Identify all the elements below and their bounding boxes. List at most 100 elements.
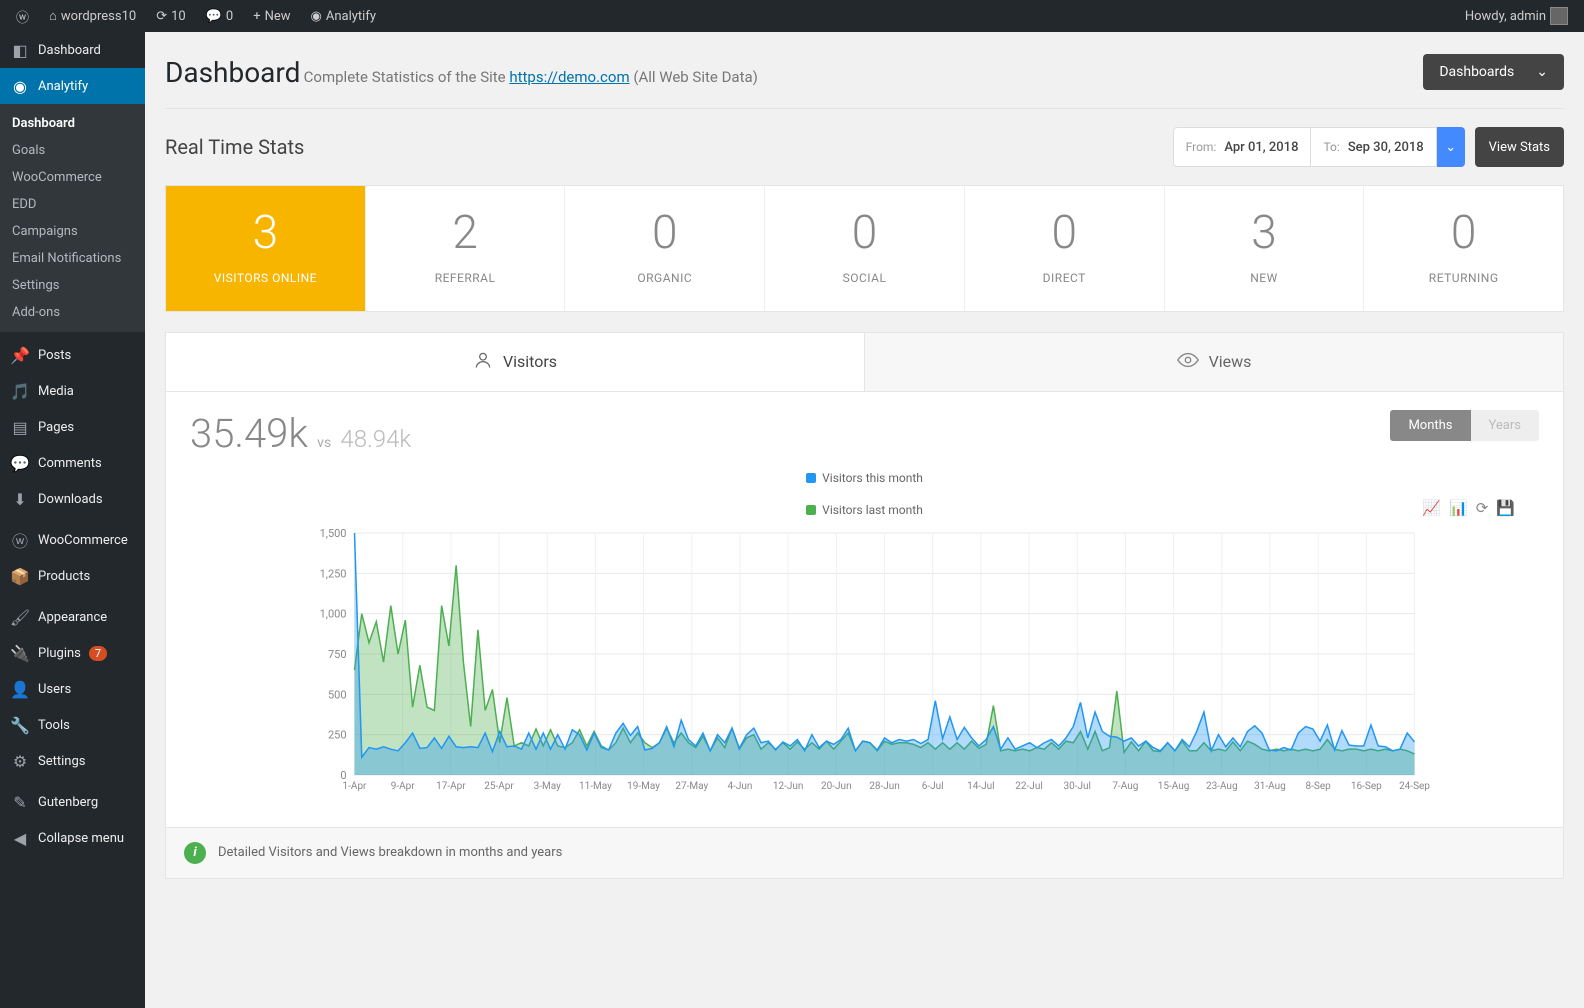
from-value: Apr 01, 2018 [1224,140,1298,155]
legend-last-month: Visitors last month [806,503,923,517]
comment-icon: 💬 [10,453,30,473]
stat-card-new[interactable]: 3NEW [1165,186,1365,311]
sidebar-item-gutenberg[interactable]: ✎Gutenberg [0,784,145,820]
sidebar-item-analytify[interactable]: ◉Analytify [0,68,145,104]
stat-card-direct[interactable]: 0DIRECT [965,186,1165,311]
sidebar-item-posts[interactable]: 📌Posts [0,337,145,373]
view-stats-button[interactable]: View Stats [1475,127,1564,167]
svg-text:31-Aug: 31-Aug [1254,781,1286,792]
sidebar-item-woocommerce[interactable]: ⓦWooCommerce [0,522,145,558]
stat-label: VISITORS ONLINE [166,271,365,285]
sidebar-item-products[interactable]: 📦Products [0,558,145,594]
svg-text:7-Aug: 7-Aug [1112,781,1138,792]
sidebar-sub-dashboard[interactable]: Dashboard [0,110,145,137]
sidebar-item-label: Tools [38,718,70,733]
date-dropdown-toggle[interactable]: ⌄ [1437,127,1465,167]
badge: 7 [89,646,107,661]
toggle-months[interactable]: Months [1390,410,1470,441]
site-name: wordpress10 [61,9,136,24]
sidebar-item-tools[interactable]: 🔧Tools [0,707,145,743]
stat-label: RETURNING [1364,271,1563,285]
line-chart-icon[interactable]: 📈 [1422,499,1441,517]
dashboards-dropdown[interactable]: Dashboards ⌄ [1423,54,1564,90]
account-link[interactable]: Howdy, admin [1457,7,1576,25]
pin-icon: 📌 [10,345,30,365]
legend-this-month: Visitors this month [806,471,923,485]
footer-text: Detailed Visitors and Views breakdown in… [218,845,562,860]
chart-icon: ◉ [311,9,322,24]
chevron-down-icon: ⌄ [1445,140,1456,155]
sidebar-item-users[interactable]: 👤Users [0,671,145,707]
save-icon[interactable]: 💾 [1496,499,1515,517]
site-url-link[interactable]: https://demo.com [509,68,629,86]
update-count: 10 [171,9,186,24]
sidebar-item-label: Analytify [38,79,88,94]
svg-text:9-Apr: 9-Apr [391,781,416,792]
download-icon: ⬇ [10,489,30,509]
sidebar-sub-woocommerce[interactable]: WooCommerce [0,164,145,191]
from-date-picker[interactable]: From: Apr 01, 2018 [1173,127,1312,167]
svg-text:14-Jul: 14-Jul [967,781,994,792]
stat-card-visitors-online[interactable]: 3 VISITORS ONLINE [166,186,366,311]
sidebar-sub-email-notifications[interactable]: Email Notifications [0,245,145,272]
subtitle-post: (All Web Site Data) [630,68,758,86]
site-name-link[interactable]: ⌂ wordpress10 [41,8,144,24]
admin-sidebar: ◧Dashboard◉Analytify DashboardGoalsWooCom… [0,32,145,1008]
sidebar-item-label: Collapse menu [38,831,124,846]
refresh-icon[interactable]: ⟳ [1476,499,1489,517]
sidebar-item-appearance[interactable]: 🖌Appearance [0,599,145,635]
stat-number: 0 [965,208,1164,259]
sidebar-item-plugins[interactable]: 🔌Plugins7 [0,635,145,671]
tab-views[interactable]: Views [864,333,1563,392]
dashboard-icon: ◧ [10,40,30,60]
sidebar-item-settings[interactable]: ⚙Settings [0,743,145,779]
sidebar-sub-edd[interactable]: EDD [0,191,145,218]
stat-card-referral[interactable]: 2REFERRAL [366,186,566,311]
analytify-link[interactable]: ◉Analytify [303,9,384,24]
bar-chart-icon[interactable]: 📊 [1449,499,1468,517]
sidebar-item-dashboard[interactable]: ◧Dashboard [0,32,145,68]
sidebar-item-pages[interactable]: ▤Pages [0,409,145,445]
sidebar-item-downloads[interactable]: ⬇Downloads [0,481,145,517]
page-header: Dashboard Complete Statistics of the Sit… [165,56,758,89]
to-date-picker[interactable]: To: Sep 30, 2018 [1310,127,1436,167]
comments-link[interactable]: 💬0 [198,9,242,24]
stat-number: 3 [166,208,365,259]
sidebar-item-label: Settings [38,754,85,769]
collapse-icon: ◀ [10,828,30,848]
stat-card-organic[interactable]: 0ORGANIC [565,186,765,311]
wp-logo[interactable]: ⓦ [8,7,37,26]
sidebar-sub-add-ons[interactable]: Add-ons [0,299,145,326]
toggle-years[interactable]: Years [1471,410,1539,441]
sidebar-item-comments[interactable]: 💬 Comments [0,445,145,481]
new-content-link[interactable]: +New [245,9,298,24]
avatar [1550,7,1568,25]
svg-text:16-Sep: 16-Sep [1351,781,1382,792]
sidebar-item-label: Comments [38,456,102,471]
stat-number: 0 [565,208,764,259]
sidebar-sub-campaigns[interactable]: Campaigns [0,218,145,245]
svg-text:11-May: 11-May [579,781,612,792]
media-icon: 🎵 [10,381,30,401]
sidebar-sub-settings[interactable]: Settings [0,272,145,299]
svg-text:4-Jun: 4-Jun [727,781,752,792]
updates-link[interactable]: ⟳10 [148,9,194,24]
from-label: From: [1186,140,1217,154]
chart-area: Visitors this month Visitors last month … [166,461,1563,827]
stat-card-social[interactable]: 0SOCIAL [765,186,965,311]
wp-admin-bar: ⓦ ⌂ wordpress10 ⟳10 💬0 +New ◉Analytify Ho… [0,0,1584,32]
svg-text:15-Aug: 15-Aug [1158,781,1190,792]
info-icon: i [184,842,206,864]
legend-last-label: Visitors last month [822,503,923,517]
legend-dot-icon [806,473,816,483]
to-value: Sep 30, 2018 [1348,140,1424,155]
sidebar-item-collapse-menu[interactable]: ◀ Collapse menu [0,820,145,856]
sidebar-item-media[interactable]: 🎵Media [0,373,145,409]
stat-label: NEW [1165,271,1364,285]
view-stats-label: View Stats [1489,140,1550,155]
sidebar-sub-goals[interactable]: Goals [0,137,145,164]
tab-visitors[interactable]: Visitors [166,333,864,392]
home-icon: ⌂ [49,8,57,24]
stat-card-returning[interactable]: 0RETURNING [1364,186,1563,311]
user-icon [473,350,493,374]
